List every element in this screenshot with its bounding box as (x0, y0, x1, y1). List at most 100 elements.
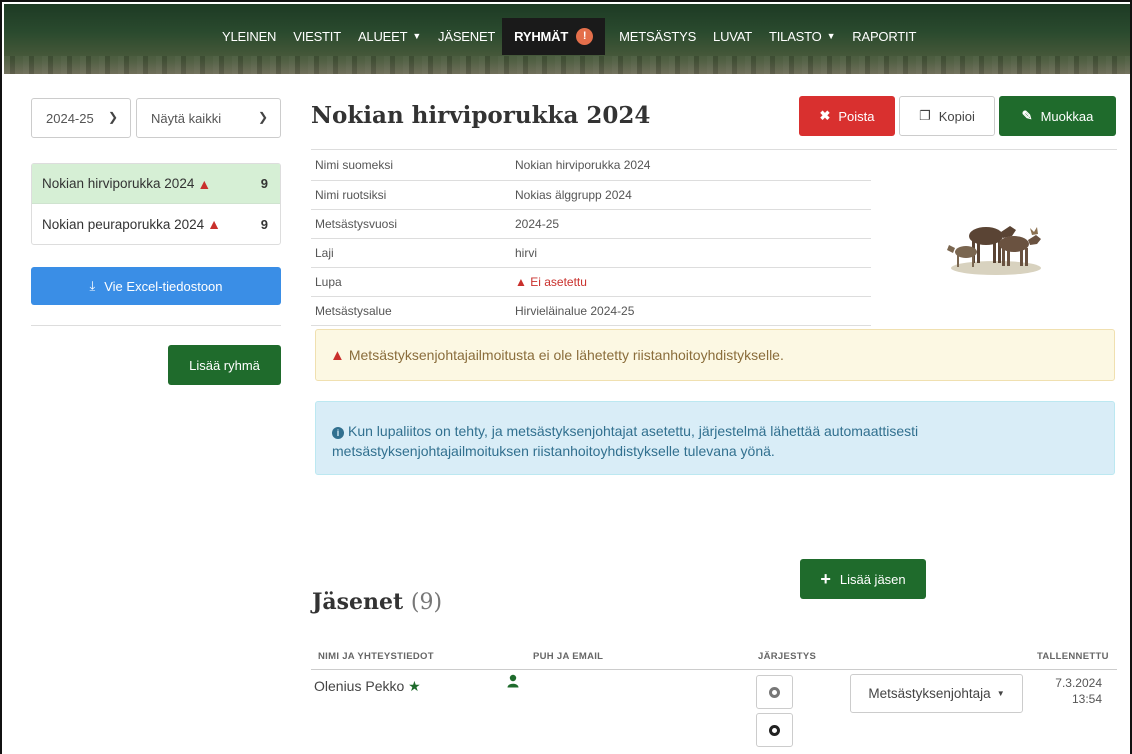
members-title: Jäsenet (312, 589, 404, 615)
group-count: 9 (260, 176, 268, 191)
move-down-button[interactable] (756, 713, 793, 747)
info-key: Nimi ruotsiksi (311, 180, 511, 210)
info-row: Nimi suomeksi Nokian hirviporukka 2024 (311, 151, 871, 181)
info-icon: i (332, 427, 344, 439)
nav-metsastys[interactable]: METSÄSTYS (619, 29, 696, 44)
person-icon[interactable] (507, 674, 519, 688)
warning-text: Metsästyksenjohtajailmoitusta ei ole läh… (348, 347, 784, 363)
copy-button[interactable]: ❐ Kopioi (899, 96, 995, 136)
saved-time: 13:54 (1071, 692, 1102, 706)
column-header-order: JÄRJESTYS (758, 651, 817, 662)
members-heading: Jäsenet (9) (312, 589, 442, 615)
saved-timestamp: 7.3.2024 13:54 (1042, 675, 1102, 707)
copy-icon: ❐ (919, 108, 931, 123)
nav-tilasto-label: TILASTO (769, 28, 822, 44)
column-header-saved: TALLENNETTU (1037, 651, 1109, 662)
plus-icon: + (820, 568, 831, 589)
chevron-down-icon: ❯ (107, 110, 118, 124)
info-key: Lupa (311, 267, 511, 297)
info-alert: i Kun lupaliitos on tehty, ja metsästykse… (315, 401, 1115, 475)
add-member-button[interactable]: + Lisää jäsen (800, 559, 926, 599)
nav-luvat[interactable]: LUVAT (713, 29, 752, 44)
add-member-label: Lisää jäsen (839, 571, 906, 587)
info-key: Laji (311, 238, 511, 268)
nav-alueet[interactable]: ALUEET ▼ (358, 29, 421, 44)
export-icon: ⤓ (89, 278, 96, 293)
app-frame: YLEINEN VIESTIT ALUEET ▼ JÄSENET RYHMÄT! … (0, 0, 1132, 754)
group-name: Nokian hirviporukka 2024 (42, 176, 195, 191)
info-row: Laji hirvi (311, 238, 871, 268)
column-header-contact: PUH JA EMAIL (533, 651, 604, 662)
nav-raportit[interactable]: RAPORTIT (852, 29, 916, 44)
warning-alert: ▲ Metsästyksenjohtajailmoitusta ei ole l… (315, 329, 1115, 381)
caret-down-icon: ▼ (412, 31, 422, 41)
export-excel-button[interactable]: ⤓ Vie Excel-tiedostoon (31, 267, 281, 305)
circle-icon (769, 724, 780, 736)
nav-alueet-label: ALUEET (357, 28, 408, 44)
info-row: Metsästysvuosi 2024-25 (311, 209, 871, 239)
add-group-button[interactable]: Lisää ryhmä (168, 345, 281, 385)
group-list: Nokian hirviporukka 2024 ▲ 9 Nokian peur… (31, 163, 281, 245)
circle-icon (769, 686, 780, 698)
close-icon: ✖ (819, 108, 831, 123)
info-value: ▲ Ei asetettu (511, 267, 871, 297)
warning-icon: ▲ (330, 346, 345, 364)
permit-status: Ei asetettu (530, 274, 587, 289)
alert-icon: ! (576, 27, 594, 45)
filter-select-value: Näytä kaikki (151, 110, 222, 126)
caret-down-icon: ▼ (826, 31, 836, 41)
info-row: Nimi ruotsiksi Nokias älggrupp 2024 (311, 180, 871, 210)
sidebar-divider (31, 325, 281, 326)
page-title: Nokian hirviporukka 2024 (311, 102, 651, 129)
members-count: (9) (410, 590, 443, 615)
title-divider (311, 149, 1117, 150)
role-dropdown[interactable]: Metsästyksenjohtaja ▼ (850, 674, 1023, 713)
member-name-text: Olenius Pekko (314, 678, 405, 694)
role-label: Metsästyksenjohtaja (868, 686, 991, 701)
info-value: 2024-25 (511, 209, 871, 239)
edit-label: Muokkaa (1040, 108, 1094, 124)
caret-down-icon: ▼ (996, 689, 1005, 698)
year-select-value: 2024-25 (46, 110, 94, 126)
year-select[interactable]: 2024-25 ❯ (31, 98, 131, 138)
nav-jasenet[interactable]: JÄSENET (438, 29, 495, 44)
chevron-down-icon: ❯ (257, 110, 268, 124)
edit-button[interactable]: ✎ Muokkaa (999, 96, 1116, 136)
info-row: Metsästysalue Hirvieläinalue 2024-25 (311, 296, 871, 326)
info-value: Hirvieläinalue 2024-25 (511, 296, 871, 326)
nav-ryhmat-label: RYHMÄT (514, 28, 569, 44)
group-info-table: Nimi suomeksi Nokian hirviporukka 2024 Ni… (311, 151, 871, 326)
moose-illustration (947, 226, 1041, 275)
group-item[interactable]: Nokian peuraporukka 2024 ▲ 9 (32, 204, 280, 244)
nav-yleinen[interactable]: YLEINEN (222, 29, 276, 44)
info-value: hirvi (511, 238, 871, 268)
info-key: Metsästysalue (311, 296, 511, 326)
group-item[interactable]: Nokian hirviporukka 2024 ▲ 9 (32, 164, 280, 204)
info-text: Kun lupaliitos on tehty, ja metsästyksen… (332, 423, 919, 459)
warning-icon: ▲ (207, 216, 221, 232)
nav-tilasto[interactable]: TILASTO ▼ (769, 29, 835, 44)
copy-label: Kopioi (938, 108, 975, 124)
move-up-button[interactable] (756, 675, 793, 709)
delete-button[interactable]: ✖ Poista (799, 96, 895, 136)
delete-label: Poista (838, 108, 875, 124)
group-name: Nokian peuraporukka 2024 (42, 216, 205, 232)
info-value: Nokias älggrupp 2024 (511, 180, 871, 210)
top-navigation: YLEINEN VIESTIT ALUEET ▼ JÄSENET RYHMÄT! … (4, 4, 1130, 74)
info-row: Lupa ▲ Ei asetettu (311, 267, 871, 297)
info-value: Nokian hirviporukka 2024 (511, 151, 871, 181)
edit-icon: ✎ (1021, 108, 1033, 123)
member-name[interactable]: Olenius Pekko ★ (314, 678, 421, 695)
info-key: Nimi suomeksi (311, 151, 511, 181)
nav-menu: YLEINEN VIESTIT ALUEET ▼ JÄSENET RYHMÄT! … (222, 17, 933, 55)
nav-ryhmat[interactable]: RYHMÄT! (502, 17, 606, 55)
group-count: 9 (260, 216, 268, 232)
filter-select[interactable]: Näytä kaikki ❯ (136, 98, 281, 138)
warning-icon: ▲ (515, 274, 531, 289)
star-icon: ★ (408, 678, 421, 694)
column-header-name: NIMI JA YHTEYSTIEDOT (318, 651, 434, 662)
info-key: Metsästysvuosi (311, 209, 511, 239)
nav-viestit[interactable]: VIESTIT (293, 29, 341, 44)
warning-icon: ▲ (197, 175, 212, 192)
table-header-divider (311, 669, 1117, 670)
